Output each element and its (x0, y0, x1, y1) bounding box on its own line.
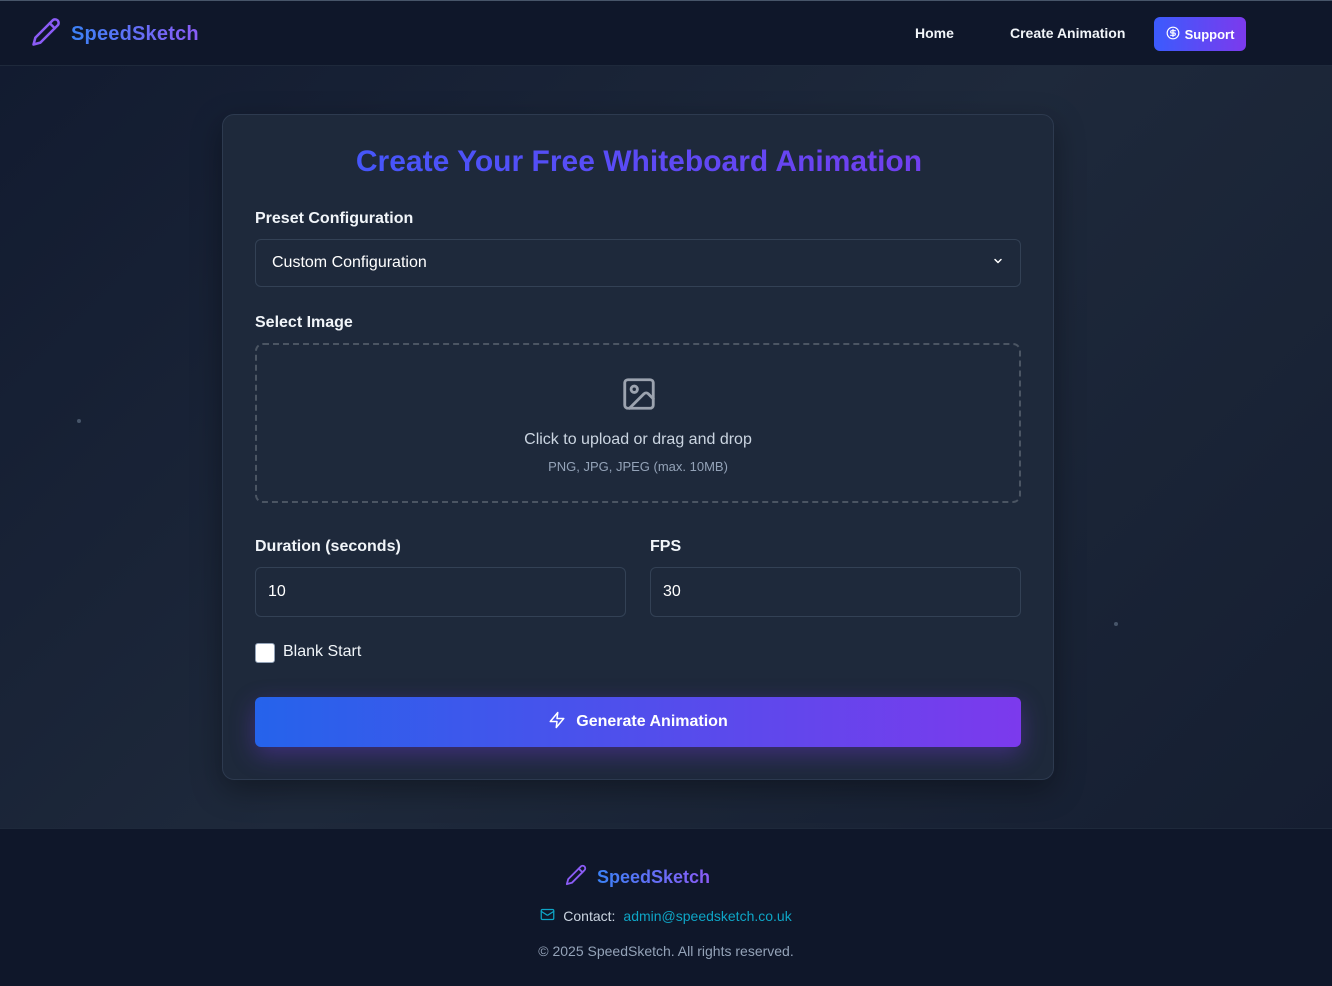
footer: SpeedSketch Contact: admin@speedsketch.c… (0, 828, 1332, 986)
generate-animation-button[interactable]: Generate Animation (255, 697, 1021, 747)
generate-label: Generate Animation (576, 713, 728, 730)
image-upload-dropzone[interactable]: Click to upload or drag and drop PNG, JP… (255, 343, 1021, 503)
footer-brand: SpeedSketch (565, 864, 710, 891)
navbar: SpeedSketch Home Create Animation Suppor… (0, 0, 1332, 66)
image-label: Select Image (255, 314, 353, 331)
main-content: Create Your Free Whiteboard Animation Pr… (0, 66, 1332, 828)
background-dot (77, 419, 81, 423)
upload-file-hint: PNG, JPG, JPEG (max. 10MB) (548, 459, 728, 474)
image-icon (620, 375, 658, 418)
support-label: Support (1184, 26, 1235, 42)
blank-start-label[interactable]: Blank Start (283, 643, 361, 661)
duration-label: Duration (seconds) (255, 538, 401, 555)
preset-selected-value: Custom Configuration (272, 254, 427, 271)
nav-link-create-animation[interactable]: Create Animation (1010, 25, 1125, 41)
brand-logo[interactable]: SpeedSketch (31, 17, 199, 52)
pencil-icon (565, 864, 587, 891)
contact-prefix: Contact: (563, 908, 616, 924)
pencil-icon (31, 17, 61, 52)
fps-label: FPS (650, 538, 682, 555)
page-title: Create Your Free Whiteboard Animation (223, 145, 1055, 179)
duration-input[interactable] (255, 567, 626, 617)
blank-start-checkbox[interactable] (255, 643, 275, 663)
animation-form-card: Create Your Free Whiteboard Animation Pr… (222, 114, 1054, 780)
preset-select[interactable]: Custom Configuration (255, 239, 1021, 287)
upload-instructions: Click to upload or drag and drop (524, 431, 752, 448)
dollar-circle-icon (1166, 26, 1180, 43)
lightning-icon (548, 711, 566, 734)
contact-email-link[interactable]: admin@speedsketch.co.uk (623, 908, 791, 924)
preset-label: Preset Configuration (255, 210, 414, 227)
background-dot (1114, 622, 1118, 626)
nav-link-home[interactable]: Home (915, 25, 954, 41)
footer-contact: Contact: admin@speedsketch.co.uk (0, 907, 1332, 925)
chevron-down-icon (992, 254, 1004, 272)
copyright-text: © 2025 SpeedSketch. All rights reserved. (538, 943, 794, 959)
brand-name: SpeedSketch (71, 22, 199, 45)
mail-icon (540, 907, 555, 925)
footer-brand-name: SpeedSketch (597, 867, 711, 887)
fps-input[interactable] (650, 567, 1021, 617)
support-button[interactable]: Support (1154, 17, 1246, 51)
